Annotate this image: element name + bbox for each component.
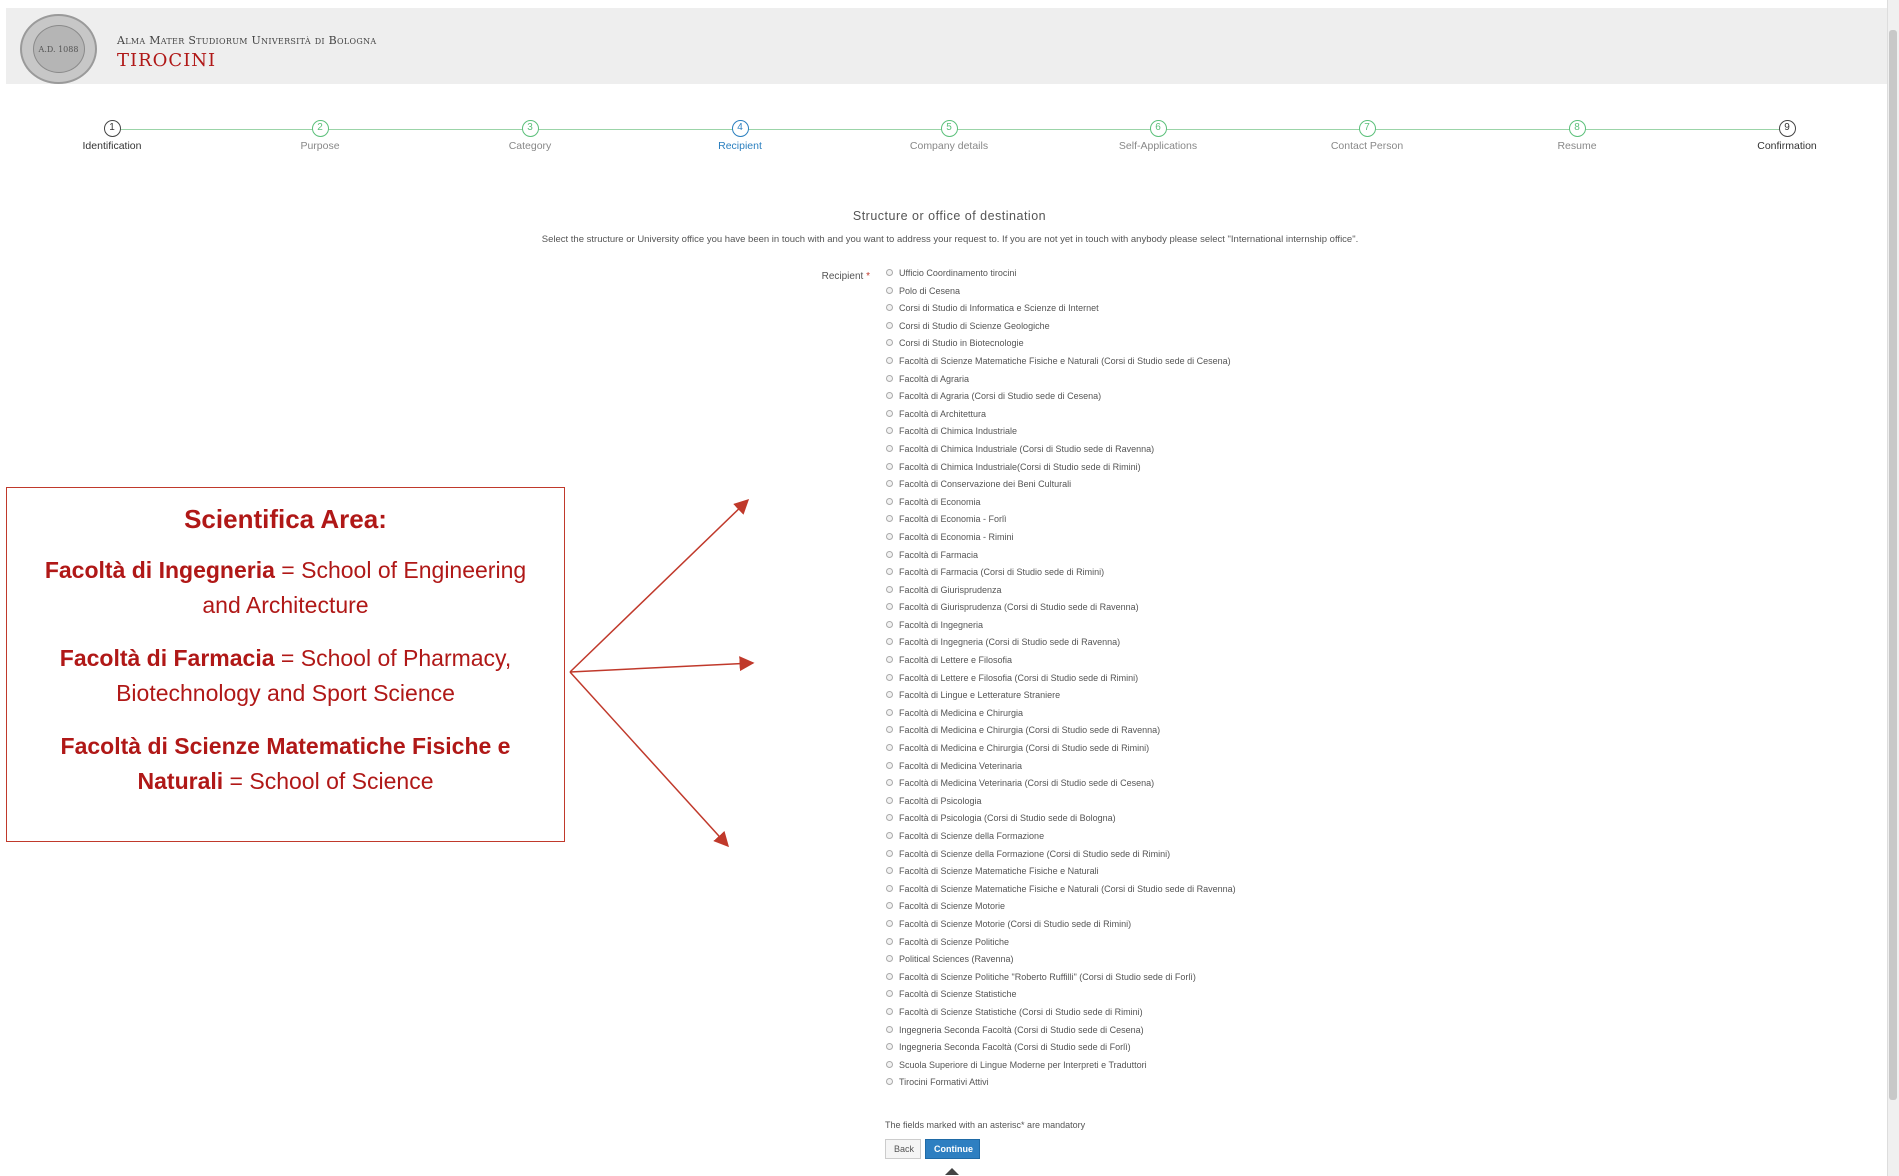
arrow-icon [569,671,730,848]
arrow-icon [569,656,755,673]
annotation-arrows [569,498,755,848]
arrow-icon [569,498,750,673]
